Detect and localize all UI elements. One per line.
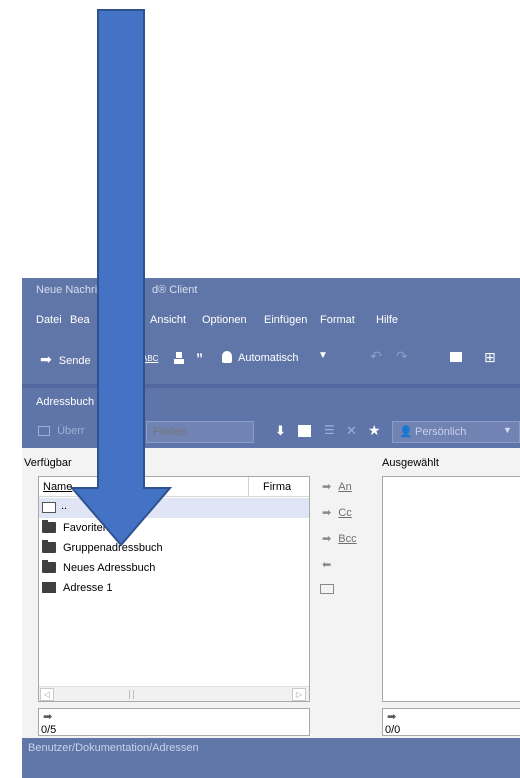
list-item[interactable]: Adresse 1: [39, 578, 309, 598]
add-bcc-button[interactable]: ➡ Bcc: [322, 532, 357, 545]
available-count: 0/5: [41, 724, 57, 736]
scroll-right-icon[interactable]: ▷: [292, 688, 306, 701]
calendar-icon: [38, 426, 50, 437]
arrow-right-icon: ➡: [322, 481, 332, 493]
add-to-button[interactable]: ➡ An: [322, 480, 352, 493]
arrow-right-icon: ➡: [43, 711, 53, 723]
download-arrow-icon[interactable]: ⬇: [275, 423, 286, 439]
selected-label: Ausgewählt: [382, 457, 439, 469]
checklist-icon[interactable]: ☰: [324, 423, 335, 437]
addressbook-toolbar: Überr ⬇ ☰ ✕ ★ 👤 Persönlich ▼: [22, 416, 520, 448]
window-title: Neue Nachri: [36, 284, 98, 296]
scope-dropdown[interactable]: 👤 Persönlich ▼: [392, 421, 520, 443]
menu-file[interactable]: Datei: [36, 314, 62, 326]
column-firma[interactable]: Firma: [263, 481, 291, 493]
list-item[interactable]: Neues Adressbuch: [39, 558, 309, 578]
menu-view[interactable]: Ansicht: [150, 314, 186, 326]
delete-icon[interactable]: ✕: [346, 423, 357, 439]
arrow-left-icon: ⬅: [322, 559, 332, 571]
contact-card-icon: [42, 582, 56, 593]
menu-options[interactable]: Optionen: [202, 314, 247, 326]
take-over-button[interactable]: Überr: [38, 425, 85, 437]
list-header: Name Firma: [39, 477, 309, 497]
column-divider[interactable]: [248, 477, 249, 497]
menu-help[interactable]: Hilfe: [376, 314, 398, 326]
table-icon[interactable]: ⊞: [484, 349, 496, 366]
folder-icon: [42, 520, 56, 533]
message-toolbar: ➡ Sende ABC ” Automatisch ▼ ↶ ↷ ⊞: [22, 336, 520, 384]
open-folder-icon[interactable]: [320, 584, 334, 594]
menu-format[interactable]: Format: [320, 314, 355, 326]
horizontal-scrollbar[interactable]: ◁ ▷: [39, 686, 309, 701]
menu-bar: Datei Bea Ansicht Optionen Einfügen Form…: [22, 304, 520, 336]
menu-insert[interactable]: Einfügen: [264, 314, 307, 326]
add-cc-button[interactable]: ➡ Cc: [322, 506, 352, 519]
person-icon: 👤: [399, 426, 413, 438]
list-item[interactable]: Gruppenadressbuch: [39, 538, 309, 558]
folder-icon: [42, 560, 56, 573]
status-path: Benutzer/Dokumentation/Adressen: [28, 742, 199, 754]
undo-icon[interactable]: ↶: [370, 348, 382, 365]
window-titlebar: Neue Nachri d® Client: [22, 278, 520, 304]
redo-icon[interactable]: ↷: [396, 348, 408, 365]
arrow-right-icon: ➡: [387, 711, 397, 723]
find-input[interactable]: [146, 421, 254, 443]
send-arrow-icon: ➡: [40, 351, 52, 367]
arrow-right-icon: ➡: [322, 507, 332, 519]
favorite-star-icon[interactable]: ★: [368, 422, 381, 439]
priority-dropdown[interactable]: Automatisch ▼: [218, 348, 334, 370]
folder-icon: [42, 540, 56, 553]
selected-list[interactable]: [382, 476, 520, 702]
arrow-right-icon: ➡: [322, 533, 332, 545]
remove-button[interactable]: ⬅: [322, 558, 331, 571]
scroll-left-icon[interactable]: ◁: [40, 688, 54, 701]
available-label: Verfügbar: [24, 457, 72, 469]
scroll-thumb-grip: [133, 690, 134, 699]
addressbook-header: Adressbuch: [22, 388, 520, 416]
attachment-icon[interactable]: [450, 352, 462, 362]
status-bar: Benutzer/Dokumentation/Adressen: [22, 738, 520, 778]
send-button[interactable]: ➡ Sende: [40, 351, 91, 368]
chevron-down-icon: ▼: [318, 350, 328, 361]
available-info-box: ➡ 0/5: [38, 708, 310, 736]
print-icon[interactable]: [174, 352, 184, 364]
chevron-down-icon: ▼: [503, 425, 512, 435]
folder-up-icon: [42, 502, 56, 513]
contact-card-icon[interactable]: [298, 425, 311, 437]
lightbulb-icon: [222, 351, 232, 363]
selected-count: 0/0: [385, 724, 401, 736]
list-item[interactable]: ..: [39, 498, 309, 518]
column-name[interactable]: Name: [43, 481, 72, 493]
quote-icon[interactable]: ”: [196, 350, 203, 366]
selected-info-box: ➡ 0/0: [382, 708, 520, 736]
window-title-tail: d® Client: [152, 284, 198, 296]
scroll-thumb-grip: [129, 690, 130, 699]
list-item[interactable]: Favoriten: [39, 518, 309, 538]
menu-edit[interactable]: Bea: [70, 314, 90, 326]
spellcheck-button[interactable]: ABC: [142, 354, 158, 363]
